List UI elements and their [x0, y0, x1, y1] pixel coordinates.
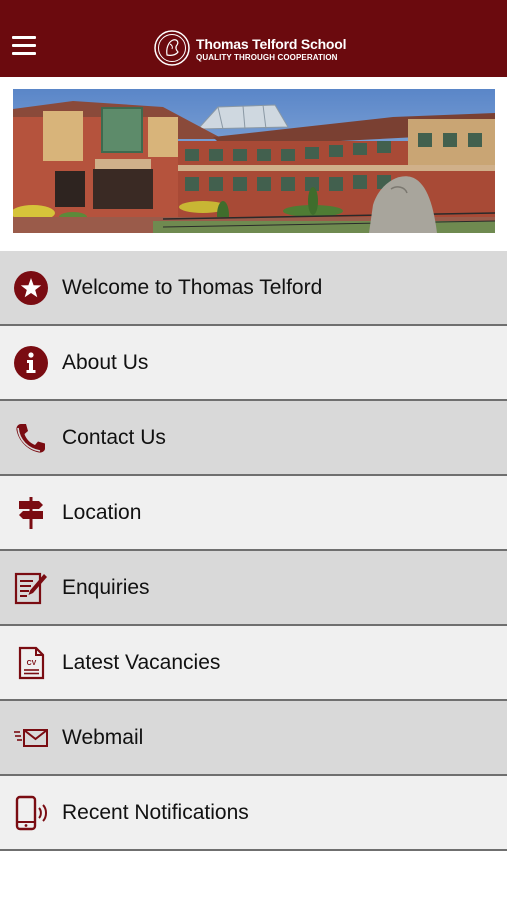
menu-item-recent-notifications[interactable]: Recent Notifications	[0, 776, 507, 851]
hamburger-menu-icon[interactable]	[12, 36, 36, 56]
menu-item-welcome[interactable]: Welcome to Thomas Telford	[0, 251, 507, 326]
school-crest-icon	[154, 30, 190, 66]
email-icon	[14, 729, 48, 747]
menu-item-label: Contact Us	[62, 426, 166, 449]
svg-text:CV: CV	[27, 660, 37, 667]
app-header: Thomas Telford School QUALITY THROUGH CO…	[0, 0, 507, 77]
menu-item-label: Welcome to Thomas Telford	[62, 276, 323, 299]
menu-item-label: Latest Vacancies	[62, 651, 221, 674]
menu-item-location[interactable]: Location	[0, 476, 507, 551]
menu-item-label: About Us	[62, 351, 149, 374]
menu-item-about-us[interactable]: About Us	[0, 326, 507, 401]
menu-item-latest-vacancies[interactable]: CV Latest Vacancies	[0, 626, 507, 701]
menu-item-contact-us[interactable]: Contact Us	[0, 401, 507, 476]
school-building-photo	[13, 89, 495, 233]
edit-form-icon	[14, 572, 47, 605]
school-tagline: QUALITY THROUGH COOPERATION	[196, 53, 338, 62]
mobile-notification-icon	[15, 795, 47, 831]
info-circle-icon	[14, 346, 48, 380]
menu-item-label: Enquiries	[62, 576, 150, 599]
cv-document-icon: CV	[18, 646, 45, 680]
menu-item-label: Webmail	[62, 726, 144, 749]
menu-item-enquiries[interactable]: Enquiries	[0, 551, 507, 626]
signpost-icon	[19, 497, 43, 529]
star-circle-icon	[14, 271, 48, 305]
main-menu: Welcome to Thomas Telford About Us Conta…	[0, 251, 507, 851]
phone-icon	[16, 424, 45, 453]
menu-item-label: Location	[62, 501, 142, 524]
school-logo: Thomas Telford School QUALITY THROUGH CO…	[154, 30, 359, 70]
menu-item-webmail[interactable]: Webmail	[0, 701, 507, 776]
school-name: Thomas Telford School	[196, 36, 347, 52]
menu-item-label: Recent Notifications	[62, 801, 249, 824]
